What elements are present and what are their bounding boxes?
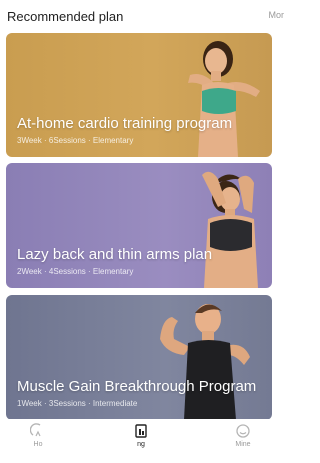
bottom-tab-bar: Ho ng Mine	[0, 419, 278, 463]
tab-mine[interactable]: Mine	[213, 423, 273, 448]
tab-plan[interactable]: ng	[111, 423, 171, 448]
home-icon	[30, 423, 41, 437]
plan-card-cardio[interactable]: At-home cardio training program 3Week · …	[6, 33, 272, 157]
section-header: Recommended plan Mor	[0, 0, 284, 32]
card-meta: 1Week · 3Sessions · Intermediate	[17, 399, 138, 408]
plan-icon	[135, 424, 147, 438]
mine-icon	[236, 424, 250, 438]
section-title: Recommended plan	[7, 9, 124, 24]
tab-label: Mine	[235, 441, 251, 448]
more-link[interactable]: Mor	[269, 10, 285, 20]
tab-label: ng	[137, 441, 145, 448]
card-title: Lazy back and thin arms plan	[17, 246, 213, 263]
card-title: Muscle Gain Breakthrough Program	[17, 378, 257, 395]
card-title: At-home cardio training program	[17, 115, 233, 132]
tab-home[interactable]: Ho	[8, 423, 68, 448]
plan-card-arms[interactable]: Lazy back and thin arms plan 2Week · 4Se…	[6, 163, 272, 288]
plan-card-muscle[interactable]: Muscle Gain Breakthrough Program 1Week ·…	[6, 295, 272, 420]
tab-label: Ho	[33, 441, 43, 448]
card-meta: 3Week · 6Sessions · Elementary	[17, 136, 134, 145]
card-meta: 2Week · 4Sessions · Elementary	[17, 267, 134, 276]
